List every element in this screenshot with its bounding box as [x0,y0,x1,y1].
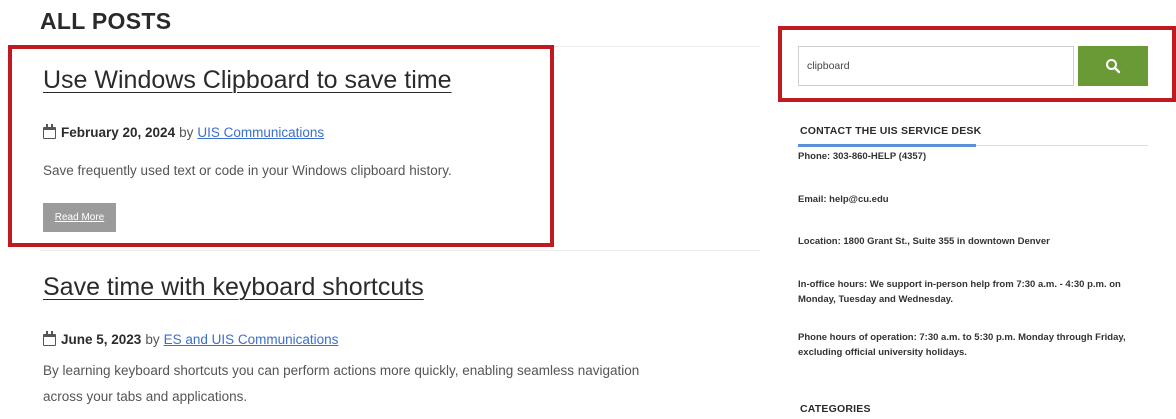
heading-accent [798,144,976,147]
post-meta: June 5, 2023 by ES and UIS Communication… [43,330,339,347]
calendar-icon [43,330,56,346]
contact-location: Location: 1800 Grant St., Suite 355 in d… [798,236,1050,247]
page-heading: ALL POSTS [40,8,172,34]
categories-heading: CATEGORIES [800,403,871,415]
divider [40,250,760,251]
author-link[interactable]: ES and UIS Communications [164,332,339,347]
post-excerpt-line: By learning keyboard shortcuts you can p… [43,363,640,378]
contact-heading: CONTACT THE UIS SERVICE DESK [800,125,982,137]
contact-email: Email: help@cu.edu [798,194,889,205]
post-title-link[interactable]: Save time with keyboard shortcuts [43,273,424,302]
contact-phone: Phone: 303-860-HELP (4357) [798,151,927,162]
highlight-box [8,45,554,247]
contact-phone-hours: Phone hours of operation: 7:30 a.m. to 5… [798,332,1126,358]
highlight-box [778,26,1176,102]
post-excerpt-line: across your tabs and applications. [43,389,248,404]
by-label: by [145,332,160,347]
post-date: June 5, 2023 [61,332,142,347]
contact-inoffice-hours: In-office hours: We support in-person he… [798,279,1121,305]
